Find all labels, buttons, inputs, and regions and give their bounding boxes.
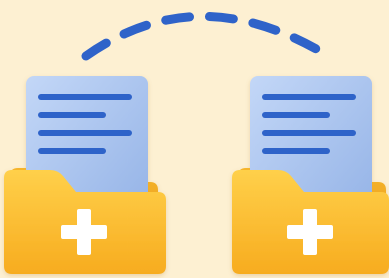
illustration-canvas bbox=[4, 11, 389, 274]
left-folder-icon bbox=[4, 76, 166, 274]
file-transfer-illustration bbox=[0, 0, 389, 278]
right-folder-icon bbox=[232, 76, 389, 274]
dashed-arc-icon bbox=[81, 11, 323, 61]
